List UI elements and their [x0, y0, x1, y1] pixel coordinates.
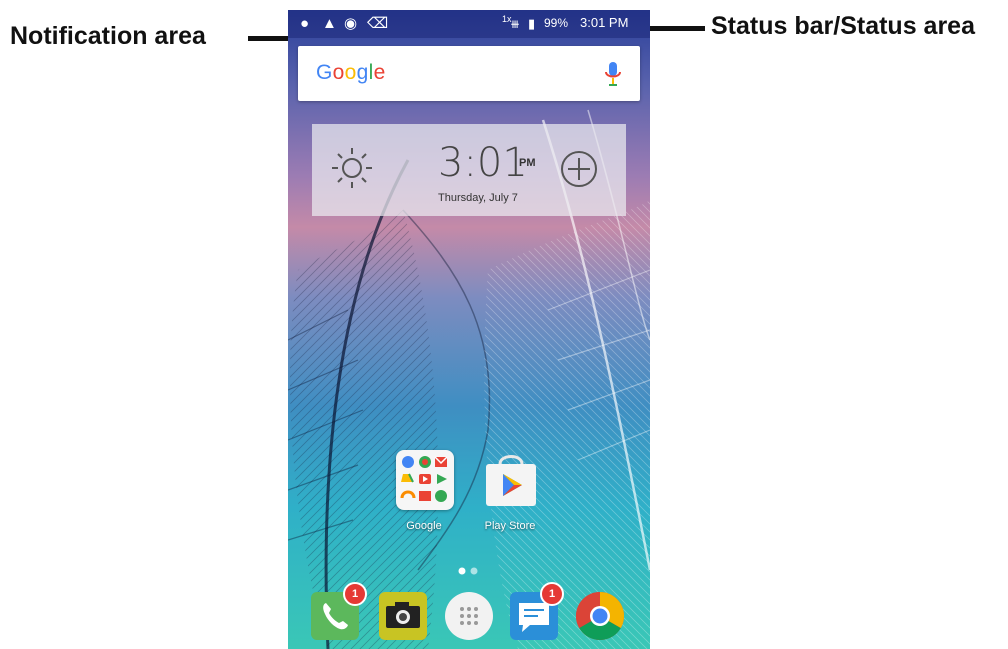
clock-widget[interactable]: 3:01 PM Thursday, July 7 — [312, 124, 626, 216]
clock-ampm: PM — [519, 157, 536, 169]
phone-screen: ● ▲ ◉ ⌫ 1x ⧻ ▮ 99% 3:01 PM Google 3:01 P… — [288, 10, 650, 649]
no-signal-icon: ⧻ — [510, 17, 521, 31]
camera-app[interactable] — [377, 590, 429, 642]
google-logo: Google — [316, 61, 386, 84]
leaf-wallpaper — [288, 109, 650, 649]
app-label: Play Store — [484, 520, 536, 532]
apps-grid-icon — [445, 592, 493, 640]
clock-date: Thursday, July 7 — [438, 192, 518, 204]
alarm-icon: ⌫ — [367, 15, 389, 32]
battery-icon: ▮ — [528, 16, 536, 31]
notification-area-callout: Notification area — [10, 22, 206, 50]
chrome-app[interactable] — [574, 590, 626, 642]
chrome-icon — [575, 592, 625, 641]
play-store-icon — [486, 455, 536, 506]
chat-icon: ◉ — [344, 15, 358, 32]
message-icon: ● — [300, 15, 310, 32]
status-bar[interactable]: ● ▲ ◉ ⌫ 1x ⧻ ▮ 99% 3:01 PM — [288, 10, 650, 38]
mic-icon[interactable] — [602, 60, 624, 88]
sun-icon — [332, 148, 372, 188]
page-indicator — [458, 567, 478, 575]
clock-time: 3:01 — [438, 140, 528, 186]
battery-percentage: 99% — [544, 16, 569, 30]
upload-icon: ▲ — [322, 15, 337, 32]
notification-badge: 1 — [343, 582, 367, 606]
status-time: 3:01 PM — [580, 15, 629, 30]
google-folder-icon — [396, 450, 454, 510]
google-search-bar[interactable]: Google — [298, 46, 640, 101]
plus-icon[interactable] — [560, 150, 598, 188]
app-label: Google — [406, 520, 442, 532]
phone-app[interactable]: 1 — [309, 582, 367, 642]
camera-icon — [379, 592, 427, 640]
notification-badge: 1 — [540, 582, 564, 606]
messaging-app[interactable]: 1 — [508, 582, 564, 642]
app-drawer-button[interactable] — [443, 590, 495, 642]
status-area-callout: Status bar/Status area — [711, 12, 975, 40]
